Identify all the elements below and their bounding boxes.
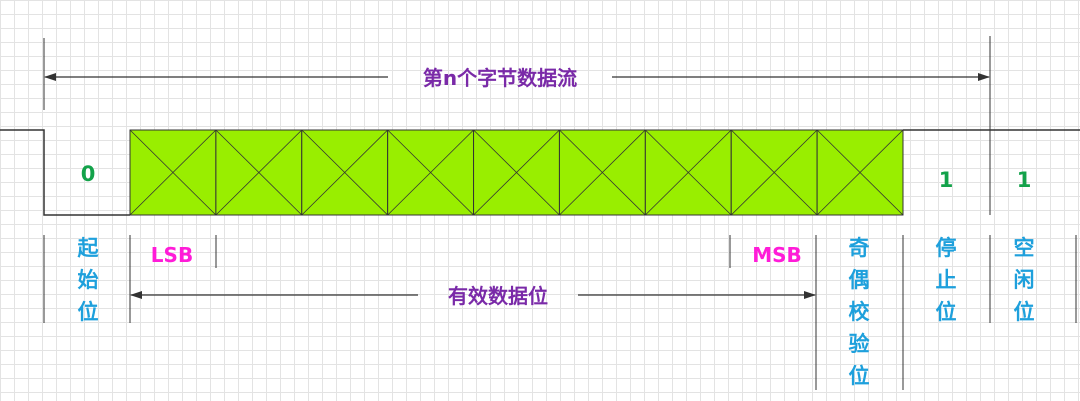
stop-bit-label-char: 位 xyxy=(936,300,957,324)
idle-bit-label-char: 空 xyxy=(1014,236,1035,260)
start-bit-label: 起 始 位 xyxy=(77,236,100,324)
start-bit-label-char: 始 xyxy=(78,268,99,292)
lsb-label: LSB xyxy=(151,243,193,267)
parity-bit-label-char: 位 xyxy=(849,364,870,388)
parity-bit-label: 奇 偶 校 验 位 xyxy=(849,236,871,388)
bit-cell xyxy=(129,129,217,216)
msb-label: MSB xyxy=(752,243,802,267)
idle-bit-value: 1 xyxy=(1017,168,1032,192)
parity-bit-label-char: 奇 xyxy=(849,236,870,260)
bit-cell xyxy=(387,129,475,216)
signal-waveform xyxy=(0,129,130,216)
idle-bit-label: 空 闲 位 xyxy=(1014,236,1035,324)
start-bit-label-char: 位 xyxy=(78,300,99,324)
bit-cell xyxy=(473,129,560,216)
uart-frame-diagram: 第n个字节数据流 有效数据位 0 1 1 LSB MSB 起 始 位 奇 偶 校… xyxy=(0,36,1080,390)
bit-cell xyxy=(730,129,818,216)
stop-bit-label-char: 止 xyxy=(936,268,957,292)
stop-bit-label: 停 止 位 xyxy=(936,236,957,324)
bit-cell xyxy=(301,129,389,216)
bit-cell xyxy=(816,129,904,216)
start-bit-label-char: 起 xyxy=(77,236,100,260)
data-bit-cells xyxy=(129,129,904,216)
bit-cell xyxy=(644,129,732,216)
idle-bit-label-char: 闲 xyxy=(1014,268,1035,292)
stop-bit-label-char: 停 xyxy=(936,236,957,260)
idle-bit-label-char: 位 xyxy=(1014,300,1035,324)
start-bit-value: 0 xyxy=(81,162,96,186)
frame-title: 第n个字节数据流 xyxy=(423,66,577,90)
parity-bit-label-char: 校 xyxy=(849,300,871,324)
parity-bit-label-char: 偶 xyxy=(849,268,870,292)
bit-cell xyxy=(215,129,303,216)
data-bits-label: 有效数据位 xyxy=(448,284,548,308)
bit-cell xyxy=(558,129,646,216)
parity-bit-label-char: 验 xyxy=(849,332,870,356)
stop-bit-value: 1 xyxy=(939,168,954,192)
